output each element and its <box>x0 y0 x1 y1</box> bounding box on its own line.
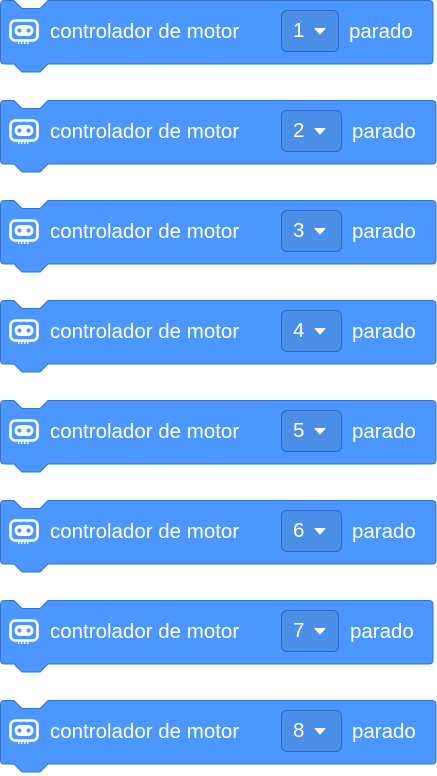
robot-icon <box>9 519 39 544</box>
chevron-down-icon <box>314 528 326 535</box>
motor-controller-block[interactable]: controlador de motor 3 parado <box>0 200 437 276</box>
chevron-down-icon <box>314 628 326 635</box>
chevron-down-icon <box>314 228 326 235</box>
motor-number-dropdown[interactable]: 3 <box>281 210 342 252</box>
robot-icon <box>9 219 39 244</box>
block-label: controlador de motor <box>50 220 240 243</box>
motor-controller-block[interactable]: controlador de motor 6 parado <box>0 500 437 576</box>
motor-state-label: parado <box>352 120 416 143</box>
motor-number-dropdown[interactable]: 5 <box>281 410 342 452</box>
motor-controller-block[interactable]: controlador de motor 7 parado <box>0 600 434 676</box>
motor-state-label: parado <box>352 420 416 443</box>
robot-icon <box>9 119 39 144</box>
motor-controller-block[interactable]: controlador de motor 8 parado <box>0 700 437 776</box>
block-label: controlador de motor <box>50 720 240 743</box>
robot-icon <box>9 619 39 644</box>
chevron-down-icon <box>314 28 326 35</box>
motor-controller-block[interactable]: controlador de motor 4 parado <box>0 300 437 376</box>
block-label: controlador de motor <box>50 120 240 143</box>
chevron-down-icon <box>314 328 326 335</box>
motor-number-value: 7 <box>293 619 305 642</box>
motor-number-dropdown[interactable]: 8 <box>281 710 342 752</box>
motor-state-label: parado <box>352 220 416 243</box>
block-label: controlador de motor <box>50 620 240 643</box>
motor-controller-block[interactable]: controlador de motor 2 parado <box>0 100 437 176</box>
motor-number-value: 5 <box>293 419 305 442</box>
chevron-down-icon <box>314 728 326 735</box>
motor-state-label: parado <box>350 620 414 643</box>
motor-number-dropdown[interactable]: 1 <box>281 10 339 52</box>
robot-icon <box>9 19 39 44</box>
block-label: controlador de motor <box>50 520 240 543</box>
motor-number-dropdown[interactable]: 6 <box>281 510 342 552</box>
motor-number-value: 6 <box>293 519 305 542</box>
motor-controller-block[interactable]: controlador de motor 1 parado <box>0 0 434 76</box>
motor-number-value: 1 <box>293 19 305 42</box>
block-label: controlador de motor <box>50 320 240 343</box>
chevron-down-icon <box>314 428 326 435</box>
robot-icon <box>9 719 39 744</box>
motor-state-label: parado <box>352 320 416 343</box>
motor-controller-block[interactable]: controlador de motor 5 parado <box>0 400 437 476</box>
motor-number-dropdown[interactable]: 4 <box>281 310 342 352</box>
robot-icon <box>9 419 39 444</box>
motor-number-dropdown[interactable]: 7 <box>281 610 339 652</box>
robot-icon <box>9 319 39 344</box>
motor-state-label: parado <box>352 720 416 743</box>
motor-state-label: parado <box>349 20 413 43</box>
motor-number-value: 2 <box>293 119 305 142</box>
motor-state-label: parado <box>352 520 416 543</box>
block-label: controlador de motor <box>50 420 240 443</box>
block-label: controlador de motor <box>50 20 240 43</box>
motor-number-value: 8 <box>293 719 305 742</box>
motor-number-dropdown[interactable]: 2 <box>281 110 342 152</box>
motor-number-value: 3 <box>293 219 305 242</box>
motor-number-value: 4 <box>293 319 305 342</box>
chevron-down-icon <box>314 128 326 135</box>
